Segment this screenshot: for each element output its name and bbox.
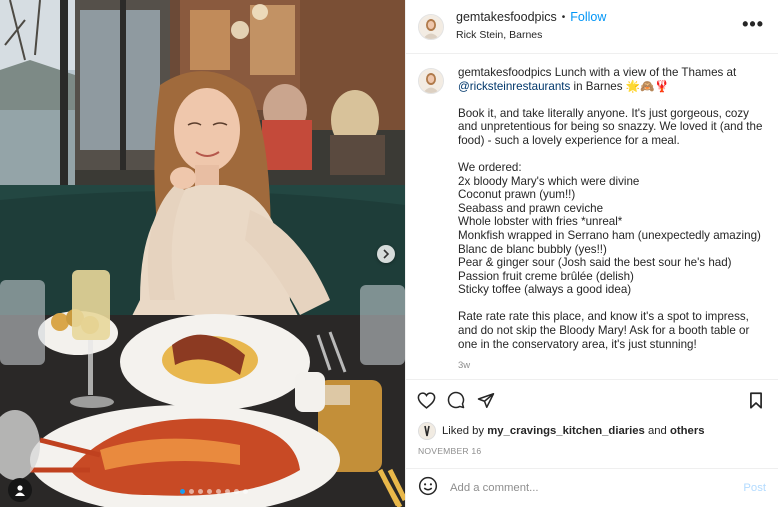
carousel-dot: [207, 489, 212, 494]
liked-by-prefix: Liked by: [442, 425, 485, 437]
likes-summary: Liked by my_cravings_kitchen_diaries and…: [406, 420, 778, 442]
liked-by-and: and: [647, 425, 667, 437]
separator-dot: •: [561, 12, 566, 23]
location-link[interactable]: Rick Stein, Barnes: [456, 28, 606, 43]
post-actions-area: Liked by my_cravings_kitchen_diaries and…: [406, 379, 778, 456]
ordered-list: We ordered: 2x bloody Mary's which were …: [458, 161, 768, 297]
bookmark-icon: [750, 391, 762, 409]
post-side-panel: gemtakesfoodpics • Follow Rick Stein, Ba…: [405, 0, 778, 507]
carousel-dot: [180, 489, 185, 494]
avatar-image: [419, 423, 435, 439]
liked-by-user[interactable]: my_cravings_kitchen_diaries: [487, 425, 645, 437]
list-item: Monkfish wrapped in Serrano ham (unexpec…: [458, 228, 761, 242]
avatar-image: [419, 69, 443, 93]
username-link[interactable]: gemtakesfoodpics: [456, 10, 557, 25]
caption-username[interactable]: gemtakesfoodpics: [458, 66, 551, 79]
list-item: Sticky toffee (always a good idea): [458, 283, 632, 297]
caption-intro-end: in Barnes 🌟🙈🦞: [573, 79, 670, 93]
emoji-button[interactable]: [418, 476, 438, 501]
user-tag-icon: [15, 485, 25, 496]
comment-bar: Post: [406, 468, 778, 507]
share-button[interactable]: [476, 390, 496, 410]
list-item: Blanc de blanc bubbly (yes!!): [458, 242, 607, 256]
post-header: gemtakesfoodpics • Follow Rick Stein, Ba…: [406, 0, 778, 54]
caption-text: gemtakesfoodpics Lunch with a view of th…: [458, 66, 768, 373]
photo-scene: [0, 0, 405, 507]
carousel-dot: [198, 489, 203, 494]
carousel-dot: [189, 489, 194, 494]
carousel-dot: [225, 489, 230, 494]
caption-paragraph: Rate rate rate this place, and know it's…: [458, 310, 750, 351]
list-item: Whole lobster with fries *unreal*: [458, 215, 623, 229]
mention-link[interactable]: @ricksteinrestaurants: [458, 80, 570, 93]
avatar-image: [419, 14, 443, 39]
list-item: Seabass and prawn ceviche: [458, 201, 604, 215]
list-item: Coconut prawn (yum!!): [458, 188, 576, 202]
post-date[interactable]: NOVEMBER 16: [406, 446, 778, 456]
post-comment-button[interactable]: Post: [743, 482, 766, 494]
follow-button[interactable]: Follow: [570, 10, 606, 25]
paper-plane-icon: [477, 392, 495, 408]
carousel-dot: [216, 489, 221, 494]
carousel-dot: [243, 489, 248, 494]
comment-button[interactable]: [446, 390, 466, 410]
action-bar: [406, 380, 778, 420]
tagged-users-button[interactable]: [8, 478, 32, 502]
list-item: Pear & ginger sour (Josh said the best s…: [458, 256, 732, 270]
carousel-next-button[interactable]: [377, 245, 395, 263]
caption-intro: Lunch with a view of the Thames at: [554, 66, 737, 79]
comment-input[interactable]: [448, 481, 744, 495]
smiley-icon: [418, 476, 438, 495]
comment-icon: [447, 391, 465, 409]
ordered-heading: We ordered:: [458, 160, 522, 174]
heart-icon: [417, 391, 435, 409]
caption-avatar[interactable]: [418, 68, 444, 94]
avatar[interactable]: [418, 13, 444, 40]
list-item: Passion fruit creme brûlée (delish): [458, 269, 634, 283]
like-button[interactable]: [416, 390, 436, 410]
caption-age: 3w: [458, 360, 471, 372]
caption-paragraph: Book it, and take literally anyone. It's…: [458, 106, 763, 147]
carousel-dot: [234, 489, 239, 494]
list-item: 2x bloody Mary's which were divine: [458, 174, 640, 188]
save-button[interactable]: [746, 390, 766, 410]
post-caption: gemtakesfoodpics Lunch with a view of th…: [418, 66, 768, 373]
carousel-dots: [180, 489, 248, 494]
chevron-right-icon: [383, 249, 390, 259]
more-options-icon[interactable]: •••: [742, 15, 764, 33]
liked-by-others[interactable]: others: [670, 425, 705, 437]
liker-avatar[interactable]: [418, 422, 436, 440]
post-photo[interactable]: [0, 0, 405, 507]
